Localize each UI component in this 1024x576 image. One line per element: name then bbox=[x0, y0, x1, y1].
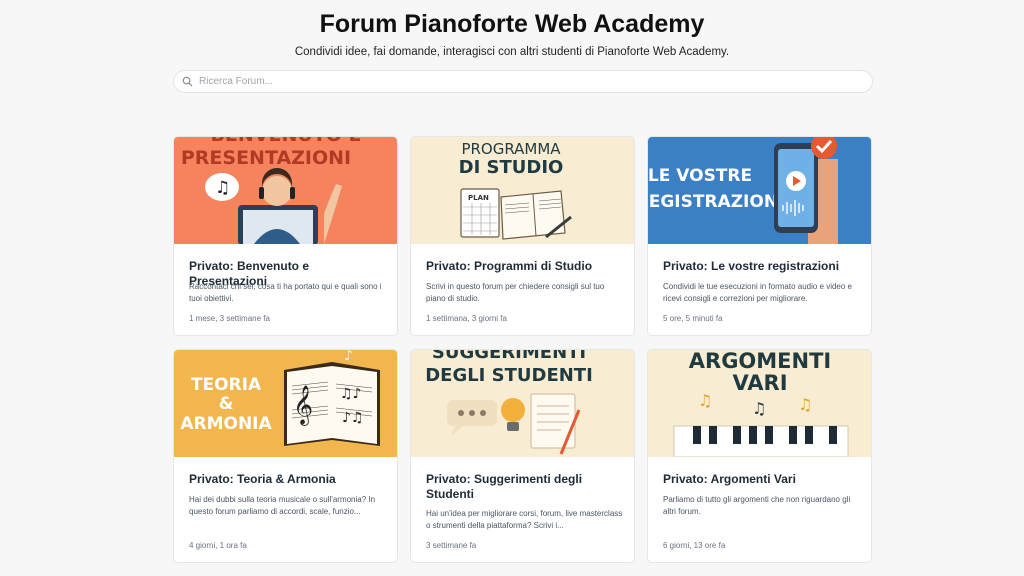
forum-card-misc[interactable]: ARGOMENTI VARI ♫ ♫ ♫ Privato: Argomenti … bbox=[647, 349, 872, 563]
forum-banner-image[interactable]: SUGGERIMENTI DEGLI STUDENTI bbox=[411, 350, 634, 457]
forum-title[interactable]: Privato: Le vostre registrazioni bbox=[663, 259, 863, 274]
forum-description: Hai dei dubbi sulla teoria musicale o su… bbox=[189, 495, 376, 516]
banner-text: ARMONIA bbox=[180, 414, 272, 434]
svg-text:♫♪: ♫♪ bbox=[340, 386, 362, 402]
banner-text: PROGRAMMA bbox=[461, 140, 561, 158]
forum-description: Parliamo di tutto gli argomenti che non … bbox=[663, 495, 851, 516]
forum-title[interactable]: Privato: Teoria & Armonia bbox=[189, 472, 389, 487]
forum-last-activity: 6 giorni, 13 ore fa bbox=[663, 541, 726, 550]
forum-description: Raccontaci chi sei, cosa ti ha portato q… bbox=[189, 282, 382, 303]
banner-text: TEORIA bbox=[191, 375, 262, 395]
banner-text: PRESENTAZIONI bbox=[181, 147, 351, 169]
forum-banner-image[interactable]: ARGOMENTI VARI ♫ ♫ ♫ bbox=[648, 350, 871, 457]
forum-banner-image[interactable]: BENVENUTO E PRESENTAZIONI ♫ bbox=[174, 137, 397, 244]
forum-last-activity: 1 mese, 3 settimane fa bbox=[189, 314, 270, 323]
svg-text:♫: ♫ bbox=[698, 391, 712, 410]
banner-text: & bbox=[219, 394, 234, 414]
banner-text: PLAN bbox=[468, 194, 489, 202]
banner-text: VARI bbox=[732, 371, 787, 395]
svg-text:♫: ♫ bbox=[798, 395, 812, 414]
forum-last-activity: 4 giorni, 1 ora fa bbox=[189, 541, 247, 550]
forum-card-theory[interactable]: TEORIA & ARMONIA 𝄞 ♫♪ ♪♫ ♪ Privato: Teor… bbox=[173, 349, 398, 563]
banner-text: SUGGERIMENTI bbox=[432, 350, 586, 363]
page-title: Forum Pianoforte Web Academy bbox=[319, 10, 705, 38]
forum-title[interactable]: Privato: Programmi di Studio bbox=[426, 259, 626, 274]
forum-card-suggestions[interactable]: SUGGERIMENTI DEGLI STUDENTI Privato: Sug… bbox=[410, 349, 635, 563]
banner-text: DI STUDIO bbox=[459, 157, 564, 178]
forum-banner-image[interactable]: PROGRAMMA DI STUDIO PLAN bbox=[411, 137, 634, 244]
page-subtitle: Condividi idee, fai domande, interagisci… bbox=[294, 46, 730, 58]
forum-banner-image[interactable]: LE VOSTRE REGISTRAZIONI bbox=[648, 137, 871, 244]
banner-text: ARGOMENTI bbox=[689, 350, 831, 373]
forum-card-recordings[interactable]: LE VOSTRE REGISTRAZIONI Privato: Le vost… bbox=[647, 136, 872, 336]
forum-description: Condividi le tue esecuzioni in formato a… bbox=[663, 282, 853, 303]
banner-text: REGISTRAZIONI bbox=[648, 192, 784, 212]
search-icon bbox=[182, 76, 193, 87]
svg-text:♫: ♫ bbox=[215, 178, 230, 198]
banner-text: LE VOSTRE bbox=[648, 166, 752, 186]
svg-text:♪♫: ♪♫ bbox=[342, 410, 364, 426]
svg-text:♪: ♪ bbox=[344, 350, 353, 364]
forum-card-welcome[interactable]: BENVENUTO E PRESENTAZIONI ♫ Privato: Ben… bbox=[173, 136, 398, 336]
banner-text: DEGLI STUDENTI bbox=[425, 365, 593, 386]
forum-last-activity: 3 settimane fa bbox=[426, 541, 477, 550]
forum-banner-image[interactable]: TEORIA & ARMONIA 𝄞 ♫♪ ♪♫ ♪ bbox=[174, 350, 397, 457]
search-input[interactable] bbox=[199, 76, 839, 87]
forum-description: Scrivi in questo forum per chiedere cons… bbox=[426, 282, 605, 303]
forum-title[interactable]: Privato: Argomenti Vari bbox=[663, 472, 863, 487]
search-bar[interactable] bbox=[173, 70, 873, 93]
forum-description: Hai un'idea per migliorare corsi, forum,… bbox=[426, 509, 623, 530]
forum-title[interactable]: Privato: Suggerimenti degli Studenti bbox=[426, 472, 626, 502]
forum-last-activity: 1 settimana, 3 giorni fa bbox=[426, 314, 507, 323]
forum-last-activity: 5 ore, 5 minuti fa bbox=[663, 314, 723, 323]
forum-card-study-program[interactable]: PROGRAMMA DI STUDIO PLAN Privato: Progra… bbox=[410, 136, 635, 336]
banner-text: BENVENUTO E bbox=[210, 137, 361, 146]
svg-text:𝄞: 𝄞 bbox=[293, 385, 313, 426]
svg-text:♫: ♫ bbox=[752, 399, 766, 418]
